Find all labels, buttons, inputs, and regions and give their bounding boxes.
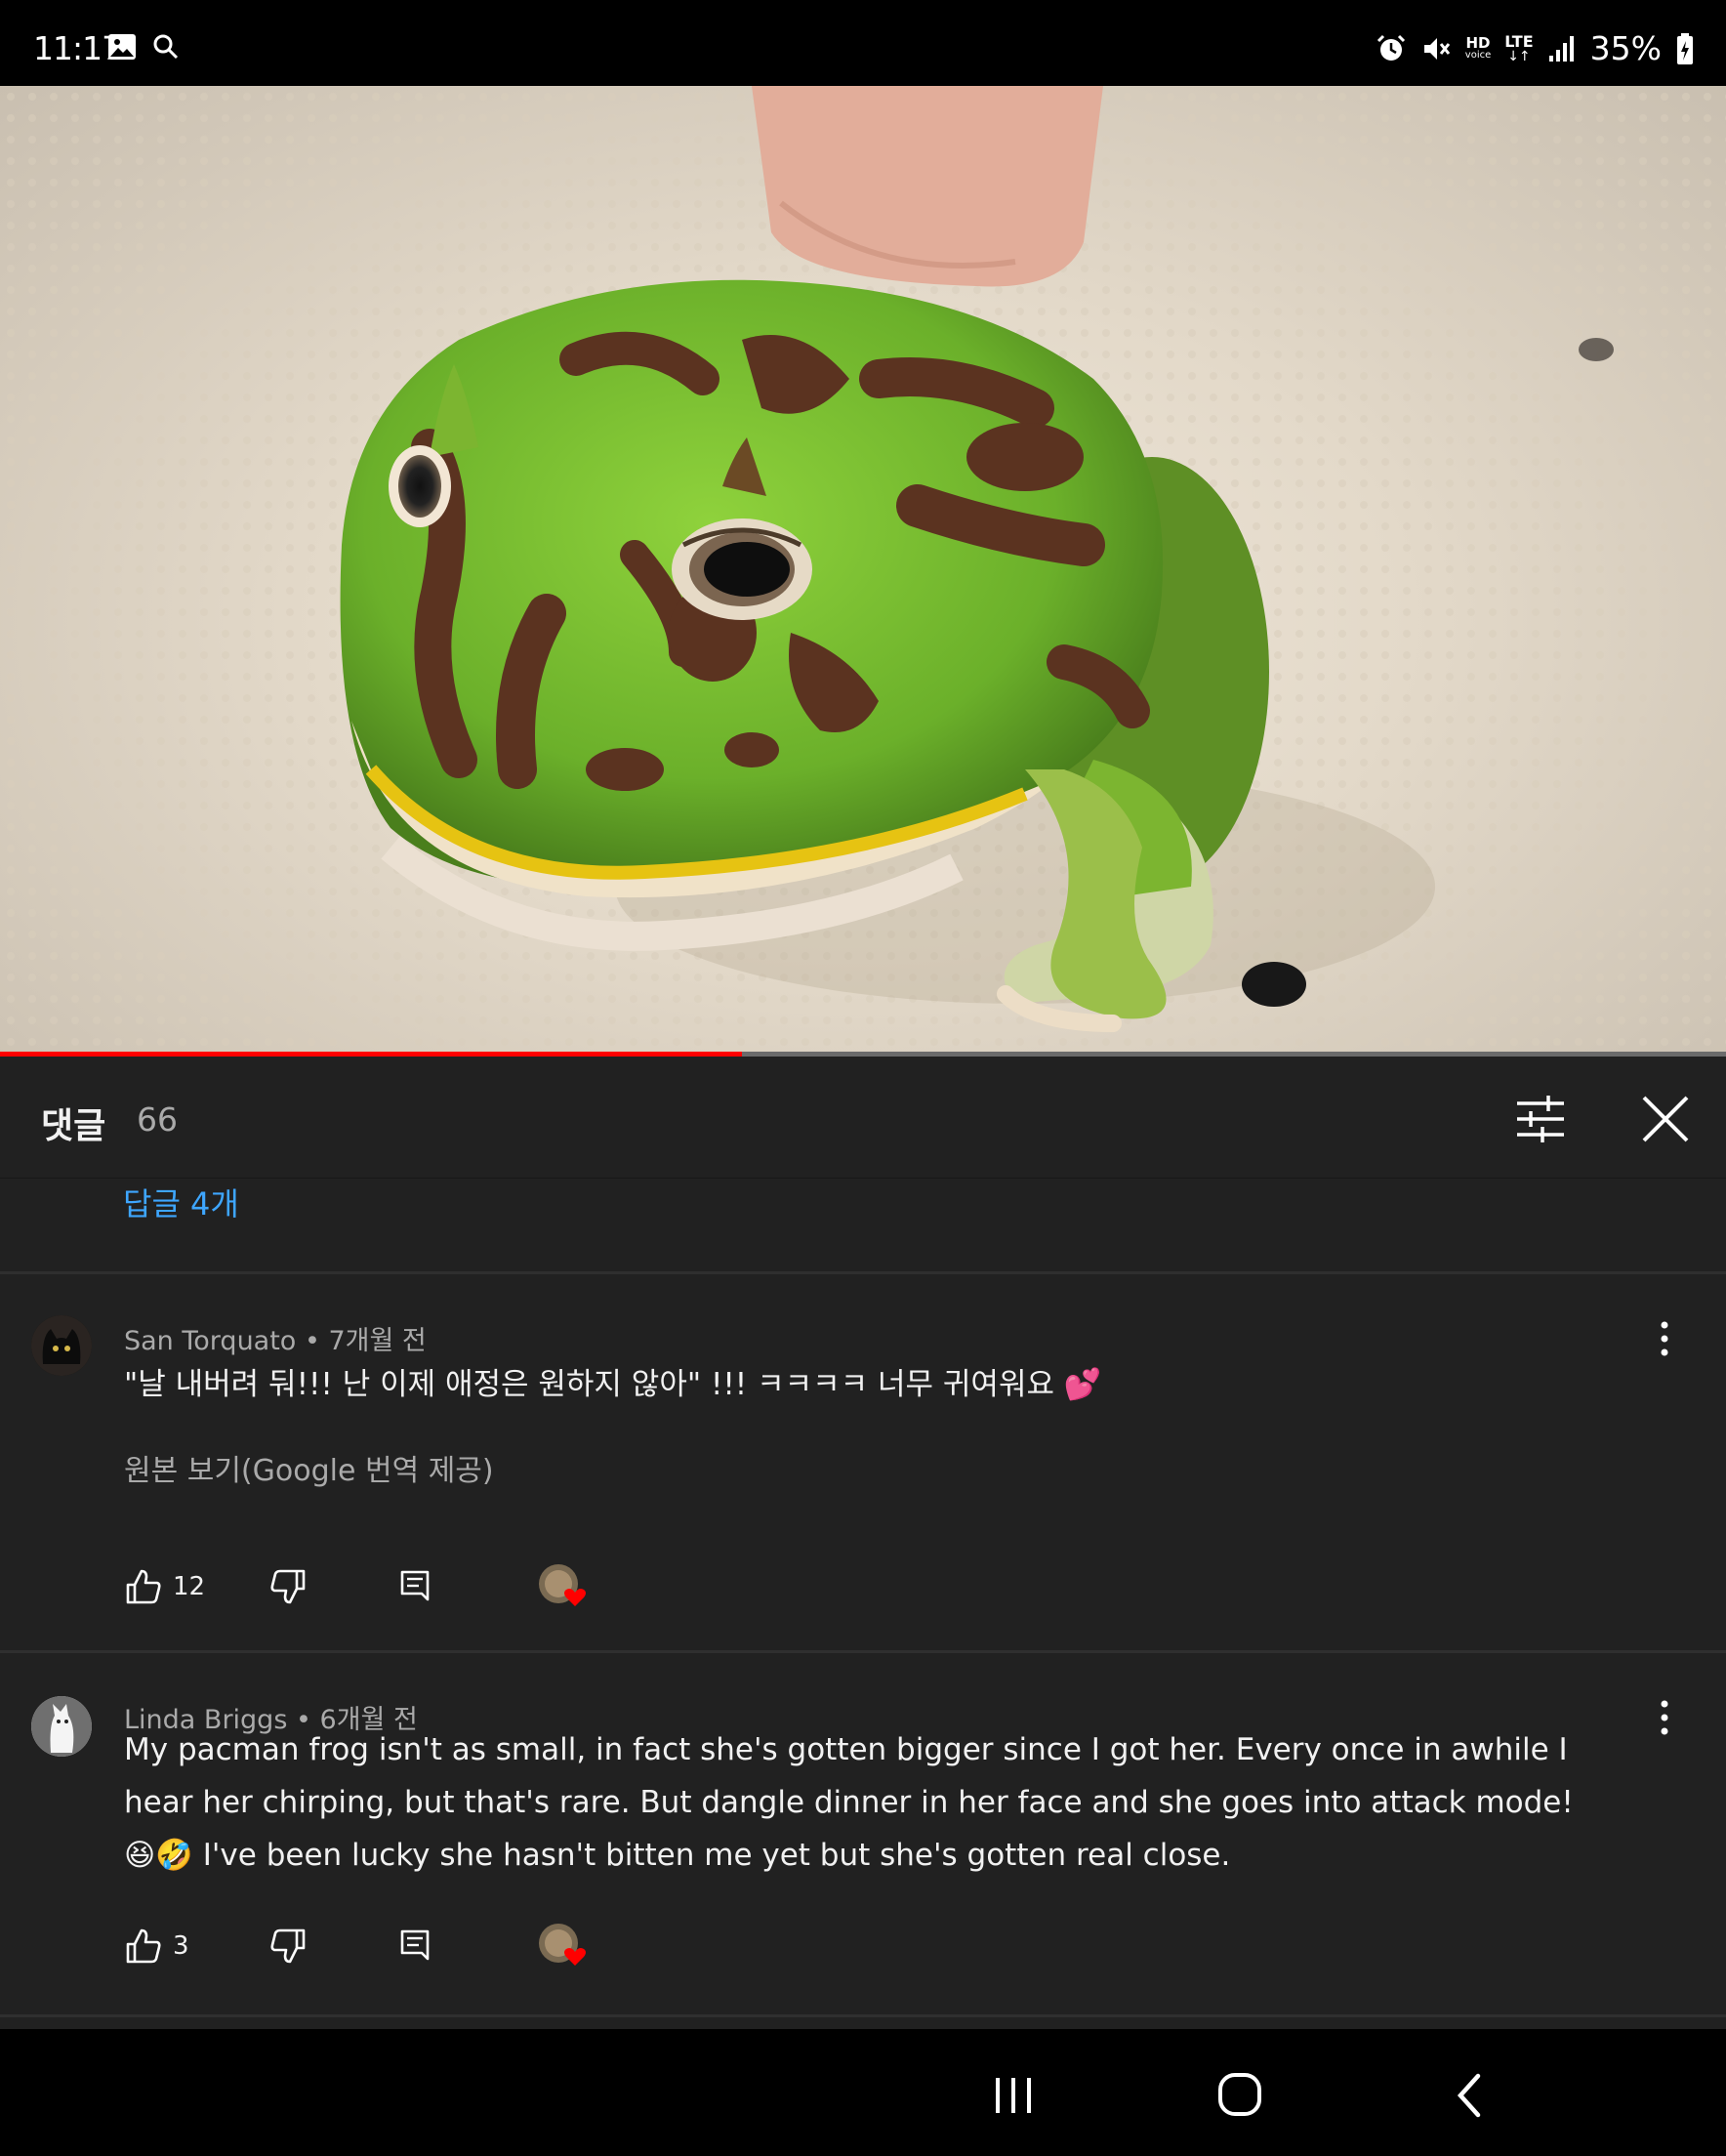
creator-heart-icon bbox=[539, 1564, 586, 1606]
comments-header: 댓글 66 bbox=[0, 1057, 1726, 1179]
dislike-button[interactable] bbox=[268, 1567, 308, 1606]
comments-title: 댓글 bbox=[41, 1106, 106, 1146]
like-icon bbox=[126, 1569, 161, 1604]
see-original-link[interactable]: 원본 보기(Google 번역 제공) bbox=[124, 1446, 494, 1489]
hd-voice-indicator: HD voice bbox=[1464, 34, 1492, 61]
like-button[interactable]: 12 bbox=[124, 1567, 205, 1606]
mute-icon bbox=[1423, 37, 1450, 60]
battery-percent: 35% bbox=[1589, 29, 1662, 67]
reply-icon bbox=[400, 1570, 430, 1601]
dislike-button[interactable] bbox=[268, 1927, 308, 1966]
gallery-icon bbox=[108, 34, 136, 60]
video-player[interactable] bbox=[0, 86, 1726, 1057]
more-icon[interactable] bbox=[1650, 1317, 1679, 1360]
creator-heart-icon bbox=[539, 1924, 586, 1966]
close-icon[interactable] bbox=[1636, 1090, 1695, 1148]
cat-avatar-image bbox=[31, 1315, 92, 1376]
home-icon[interactable] bbox=[1211, 2068, 1269, 2123]
comment-text: "날 내버려 둬!!! 난 이제 애정은 원하지 않아" !!! ㅋㅋㅋㅋ 너무… bbox=[124, 1367, 1102, 1402]
comment-text: My pacman frog isn't as small, in fact s… bbox=[124, 1732, 1574, 1873]
battery-icon bbox=[1677, 32, 1693, 64]
alarm-icon bbox=[1377, 34, 1405, 61]
dog-avatar-image bbox=[31, 1696, 92, 1757]
like-icon bbox=[126, 1928, 161, 1964]
like-count: 12 bbox=[173, 1572, 206, 1601]
avatar[interactable] bbox=[31, 1696, 92, 1757]
reply-button[interactable] bbox=[397, 1567, 432, 1602]
status-bar: 11:17 HD voice LTE ↓↑ 35% bbox=[0, 0, 1726, 86]
system-nav-bar bbox=[0, 2029, 1726, 2156]
comment-item: Linda Briggs • 6개월 전 My pacman frog isn'… bbox=[0, 1653, 1726, 2014]
video-frame bbox=[0, 86, 1726, 1057]
view-replies-link[interactable]: 답글 4개 bbox=[123, 1180, 239, 1224]
search-icon bbox=[153, 34, 179, 60]
dislike-icon bbox=[270, 1569, 306, 1604]
creator-heart bbox=[538, 1563, 593, 1612]
comment-time: 7개월 전 bbox=[328, 1326, 427, 1356]
comment-item: San Torquato • 7개월 전 "날 내버려 둬!!! 난 이제 애정… bbox=[0, 1274, 1726, 1650]
filter-icon[interactable] bbox=[1511, 1090, 1570, 1148]
reply-button[interactable] bbox=[397, 1927, 432, 1962]
lte-indicator: LTE ↓↑ bbox=[1504, 31, 1534, 64]
avatar[interactable] bbox=[31, 1315, 92, 1376]
divider bbox=[0, 2014, 1726, 2017]
recents-icon[interactable] bbox=[984, 2068, 1043, 2123]
signal-icon bbox=[1548, 35, 1574, 62]
like-count: 3 bbox=[173, 1931, 189, 1961]
comments-count: 66 bbox=[137, 1100, 178, 1139]
reply-icon bbox=[400, 1929, 430, 1961]
more-icon[interactable] bbox=[1650, 1696, 1679, 1739]
dislike-icon bbox=[270, 1928, 306, 1964]
back-icon[interactable] bbox=[1441, 2068, 1500, 2123]
creator-heart bbox=[538, 1923, 593, 1971]
like-button[interactable]: 3 bbox=[124, 1927, 189, 1966]
comment-author[interactable]: San Torquato bbox=[124, 1326, 296, 1356]
